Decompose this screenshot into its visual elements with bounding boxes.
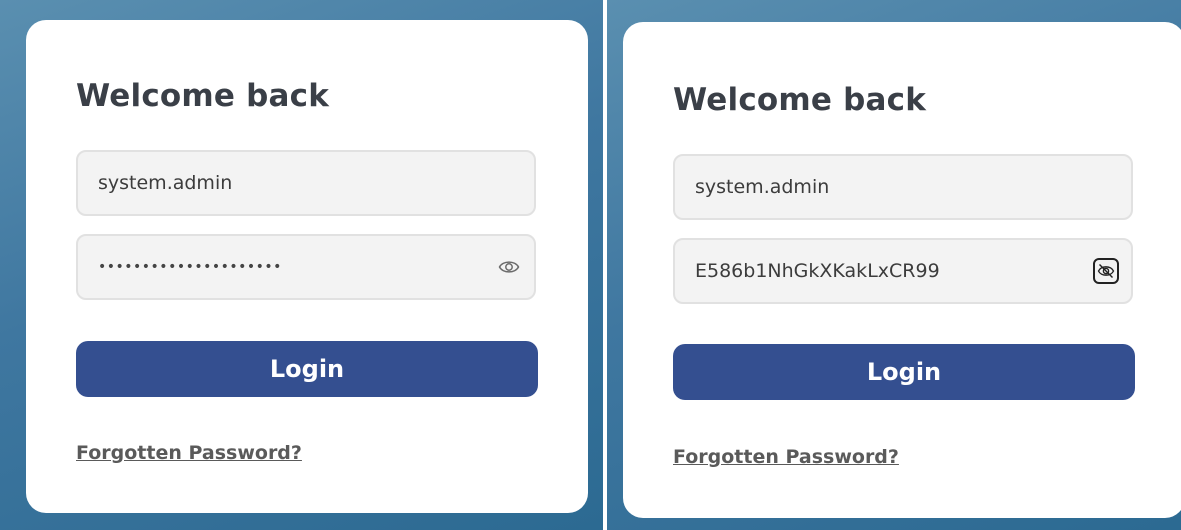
login-screen-password-visible: Welcome back system.admin E586b1NhGkXKak… bbox=[607, 0, 1181, 530]
login-card: Welcome back system.admin ••••••••••••••… bbox=[26, 20, 588, 513]
password-field[interactable]: ••••••••••••••••••••• bbox=[76, 234, 536, 300]
eye-icon bbox=[498, 261, 520, 273]
password-value: ••••••••••••••••••••• bbox=[98, 259, 282, 275]
page-title: Welcome back bbox=[673, 82, 927, 118]
eye-off-icon bbox=[1097, 264, 1115, 278]
show-password-button[interactable] bbox=[496, 254, 522, 280]
username-value: system.admin bbox=[695, 176, 830, 198]
login-button[interactable]: Login bbox=[673, 344, 1135, 400]
forgot-password-link[interactable]: Forgotten Password? bbox=[76, 442, 302, 464]
password-field[interactable]: E586b1NhGkXKakLxCR99 bbox=[673, 238, 1133, 304]
login-screen-password-hidden: Welcome back system.admin ••••••••••••••… bbox=[0, 0, 603, 530]
username-field[interactable]: system.admin bbox=[673, 154, 1133, 220]
login-card: Welcome back system.admin E586b1NhGkXKak… bbox=[623, 22, 1181, 518]
password-value: E586b1NhGkXKakLxCR99 bbox=[695, 260, 940, 282]
hide-password-button[interactable] bbox=[1093, 258, 1119, 284]
username-field[interactable]: system.admin bbox=[76, 150, 536, 216]
forgot-password-link[interactable]: Forgotten Password? bbox=[673, 446, 899, 468]
login-button[interactable]: Login bbox=[76, 341, 538, 397]
username-value: system.admin bbox=[98, 172, 233, 194]
page-title: Welcome back bbox=[76, 78, 330, 114]
